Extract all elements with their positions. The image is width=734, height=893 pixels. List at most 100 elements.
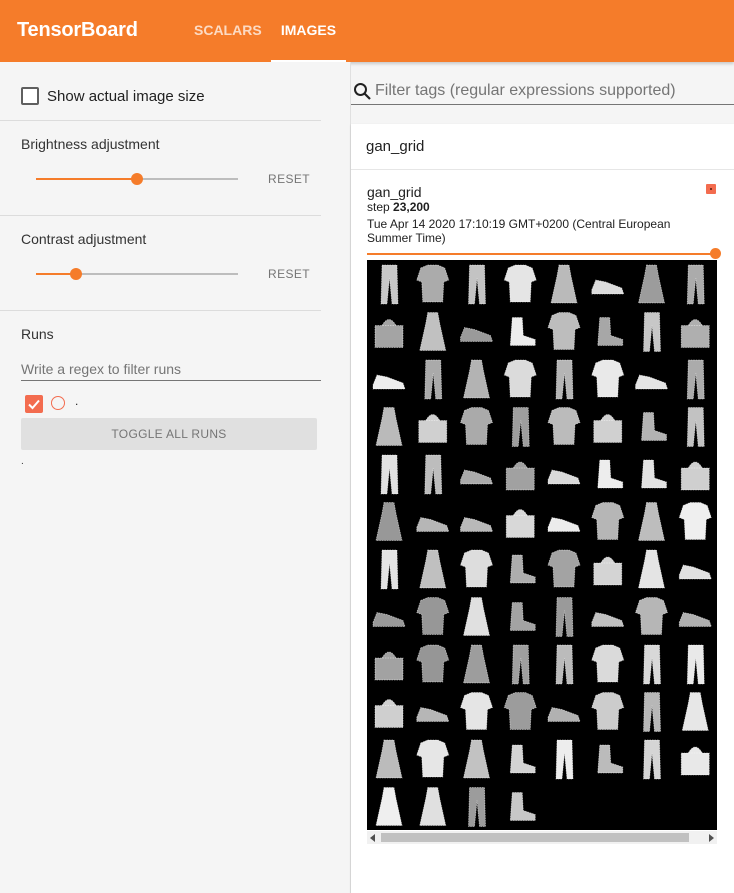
generated-sample <box>635 374 669 390</box>
clothing-sample-pants <box>468 787 486 827</box>
generated-sample <box>686 264 705 305</box>
tab-scalars[interactable]: SCALARS <box>194 0 262 62</box>
clothing-sample-pants <box>380 549 399 590</box>
step-slider[interactable] <box>367 253 715 255</box>
clothing-sample-shoe <box>547 707 581 722</box>
app-title: TensorBoard <box>17 19 138 41</box>
generated-sample <box>547 549 581 588</box>
generated-sample <box>593 556 623 586</box>
generated-sample <box>374 319 404 348</box>
generated-sample <box>380 549 399 590</box>
clothing-sample-dress <box>638 264 665 304</box>
clothing-sample-shirt <box>591 692 625 730</box>
scroll-left-arrow-icon[interactable] <box>370 834 375 842</box>
generated-sample <box>597 459 624 489</box>
clothing-sample-pants <box>555 739 574 780</box>
contrast-reset-button[interactable]: RESET <box>268 267 310 281</box>
run-color-radio[interactable] <box>51 396 65 410</box>
generated-sample <box>503 692 537 730</box>
toggle-all-runs-button[interactable]: TOGGLE ALL RUNS <box>21 418 317 450</box>
clothing-sample-shirt <box>416 644 450 683</box>
tab-images[interactable]: IMAGES <box>271 0 346 62</box>
clothing-sample-bag <box>680 319 710 348</box>
generated-sample <box>375 502 403 541</box>
generated-sample <box>424 359 443 400</box>
generated-sample <box>547 707 581 722</box>
generated-sample <box>686 407 705 447</box>
tag-group-title[interactable]: gan_grid <box>366 138 424 155</box>
clothing-sample-shoe <box>460 469 494 485</box>
clothing-sample-bag <box>680 461 710 491</box>
clothing-sample-shoe <box>678 612 712 627</box>
clothing-sample-bag <box>593 414 623 443</box>
generated-sample <box>593 414 623 443</box>
contrast-slider[interactable] <box>36 268 238 280</box>
filter-underline <box>351 104 734 105</box>
generated-sample <box>460 469 494 485</box>
generated-sample <box>678 502 712 540</box>
generated-sample <box>547 517 581 532</box>
generated-sample <box>460 549 493 588</box>
generated-sample <box>468 264 486 305</box>
clothing-sample-shirt <box>416 264 450 303</box>
brightness-reset-button[interactable]: RESET <box>268 172 310 186</box>
clothing-sample-shoe <box>460 327 494 342</box>
generated-sample <box>597 317 624 346</box>
generated-sample <box>643 644 661 685</box>
clothing-sample-shirt <box>635 597 668 635</box>
brightness-slider-thumb[interactable] <box>131 173 143 185</box>
clothing-sample-shoe <box>460 517 494 532</box>
generated-sample <box>468 787 486 827</box>
clothing-sample-shirt <box>591 502 625 540</box>
generated-sample <box>380 264 399 305</box>
generated-sample <box>680 461 710 491</box>
run-checkbox[interactable] <box>25 395 43 413</box>
generated-sample <box>374 651 404 681</box>
horizontal-scrollbar[interactable] <box>367 831 717 844</box>
step-slider-thumb[interactable] <box>710 248 721 259</box>
brightness-slider[interactable] <box>36 173 238 185</box>
generated-sample <box>509 602 536 631</box>
generated-sample <box>372 374 406 390</box>
clothing-sample-dress <box>550 264 578 304</box>
clothing-sample-shoe <box>547 517 581 532</box>
generated-sample <box>509 744 536 774</box>
generated-sample <box>638 264 665 304</box>
clothing-sample-bag <box>374 651 404 681</box>
generated-sample <box>641 459 667 489</box>
clothing-sample-bag <box>593 556 623 586</box>
runs-filter-input[interactable] <box>21 358 321 381</box>
clothing-sample-dress <box>463 359 490 399</box>
generated-sample <box>460 407 493 445</box>
clothing-sample-dress <box>463 739 490 779</box>
generated-sample <box>681 692 709 731</box>
scroll-right-arrow-icon[interactable] <box>709 834 714 842</box>
clothing-sample-dress <box>463 644 490 684</box>
divider <box>0 120 321 121</box>
generated-sample <box>555 644 574 685</box>
generated-sample <box>591 359 625 398</box>
divider <box>351 169 734 170</box>
tag-filter-input[interactable] <box>375 79 731 103</box>
generated-sample <box>416 264 450 303</box>
generated-sample <box>509 554 536 584</box>
clothing-sample-pants <box>686 644 705 685</box>
clothing-sample-pants <box>643 692 661 732</box>
runs-footnote: . <box>21 456 24 467</box>
generated-sample <box>424 454 443 495</box>
clothing-sample-shoe <box>416 707 450 722</box>
generated-sample <box>591 279 625 295</box>
clothing-sample-shoe <box>678 564 712 580</box>
generated-sample <box>375 407 403 446</box>
generated-sample <box>686 359 705 400</box>
clothing-sample-dress <box>463 597 490 636</box>
generated-sample <box>686 644 705 685</box>
show-actual-size-checkbox[interactable] <box>21 87 39 105</box>
runs-title: Runs <box>21 326 54 342</box>
clothing-sample-shoe <box>372 374 406 390</box>
generated-sample <box>503 264 537 303</box>
clothing-sample-shoe <box>591 279 625 295</box>
generated-sample <box>419 549 447 589</box>
generated-fashion-grid <box>372 264 712 827</box>
scrollbar-thumb[interactable] <box>381 833 689 842</box>
